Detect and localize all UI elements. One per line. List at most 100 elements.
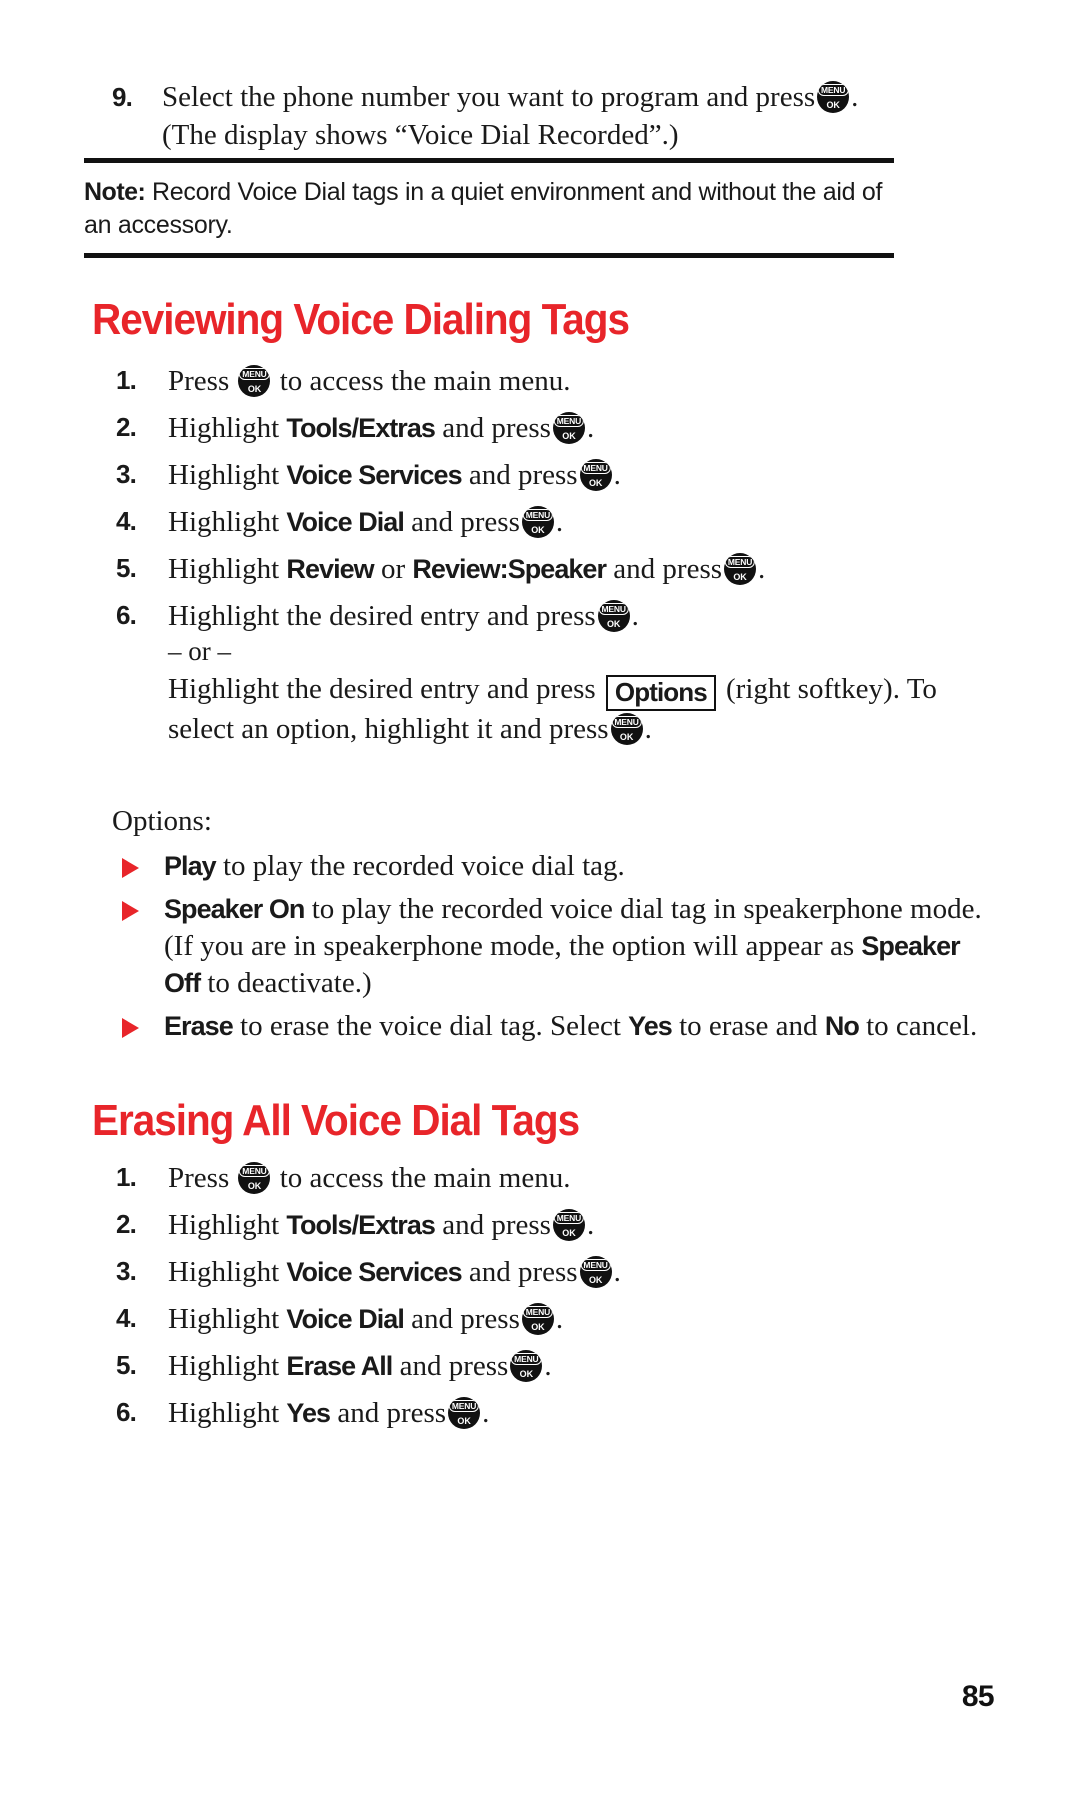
menu-term: Tools/Extras xyxy=(286,413,435,443)
menu-ok-key-icon[interactable]: MENU OK xyxy=(579,459,612,491)
option-description: to play the recorded voice dial tag. xyxy=(215,850,625,882)
step-number: 5. xyxy=(116,553,137,583)
step-number: 4. xyxy=(116,506,137,536)
step-text-part: Highlight xyxy=(168,506,280,538)
menu-term: Tools/Extras xyxy=(286,1210,435,1240)
menu-ok-icon-ok-label: OK xyxy=(562,431,576,441)
menu-ok-icon-ok-label: OK xyxy=(457,1416,471,1426)
list-item: 1. Press MENU OK to access the main menu. xyxy=(112,1162,992,1194)
note-label: Note: xyxy=(84,178,146,206)
step-alternative-text: Highlight the desired entry and press Op… xyxy=(168,673,937,745)
options-softkey-button[interactable]: Options xyxy=(605,675,716,711)
step-number: 3. xyxy=(116,459,137,489)
note-body: Note: Record Voice Dial tags in a quiet … xyxy=(84,176,894,242)
step-number: 2. xyxy=(116,1209,137,1239)
option-description-end: to cancel. xyxy=(858,1010,978,1042)
menu-ok-key-icon[interactable]: MENU OK xyxy=(552,412,585,444)
menu-ok-key-icon[interactable]: MENU OK xyxy=(817,81,850,113)
menu-ok-icon-menu-label: MENU xyxy=(580,1259,611,1271)
menu-ok-icon-ok-label: OK xyxy=(531,1322,545,1332)
menu-ok-key-icon[interactable]: MENU OK xyxy=(521,506,554,538)
menu-ok-icon-ok-label: OK xyxy=(606,619,621,629)
step-number: 9. xyxy=(112,82,133,112)
step-text-part: and press xyxy=(442,412,551,444)
menu-ok-key-icon[interactable]: MENU OK xyxy=(238,1162,271,1194)
option-term-yes: Yes xyxy=(628,1011,673,1041)
step-text: Select the phone number you want to prog… xyxy=(162,78,952,116)
menu-ok-icon-menu-label: MENU xyxy=(522,1306,554,1318)
menu-ok-icon-ok-label: OK xyxy=(247,384,262,394)
list-item: Erase to erase the voice dial tag. Selec… xyxy=(112,1008,992,1045)
option-description-cont: to deactivate.) xyxy=(200,967,372,999)
step-text-part: to access the main menu. xyxy=(279,365,571,397)
menu-ok-icon-ok-label: OK xyxy=(247,1181,262,1191)
option-description-cont: to erase and xyxy=(671,1010,825,1042)
menu-term: Voice Services xyxy=(286,460,462,490)
menu-term: Yes xyxy=(286,1398,331,1428)
step-number: 6. xyxy=(116,1397,137,1427)
menu-ok-icon-ok-label: OK xyxy=(588,1275,603,1285)
step-number: 2. xyxy=(116,412,137,442)
menu-ok-key-icon[interactable]: MENU OK xyxy=(448,1397,481,1429)
reviewing-steps-list: 1. Press MENU OK to access the main menu.… xyxy=(112,365,992,752)
menu-ok-key-icon[interactable]: MENU OK xyxy=(610,713,643,745)
list-item: 5. Highlight Erase All and press MENU OK. xyxy=(116,1350,552,1382)
menu-ok-icon-menu-label: MENU xyxy=(239,368,270,380)
step-text-part: Select the phone number you want to prog… xyxy=(162,81,816,113)
option-term: Erase xyxy=(164,1011,234,1041)
step-number: 1. xyxy=(116,365,137,395)
step-text-part: Highlight xyxy=(168,1397,280,1429)
menu-ok-key-icon[interactable]: MENU OK xyxy=(238,365,271,397)
list-item: 4. Highlight Voice Dial and press MENU OK. xyxy=(116,1303,564,1335)
step-text-part: Highlight xyxy=(168,1256,280,1288)
list-item: 2. Highlight Tools/Extras and press MENU O… xyxy=(116,1209,595,1241)
red-triangle-bullet-icon xyxy=(122,858,139,878)
red-triangle-bullet-icon xyxy=(122,901,139,921)
menu-ok-key-icon[interactable]: MENU OK xyxy=(724,553,757,585)
options-bullet-list: Play to play the recorded voice dial tag… xyxy=(112,848,992,1051)
menu-ok-icon-menu-label: MENU xyxy=(239,1165,270,1177)
note-callout: Note: Record Voice Dial tags in a quiet … xyxy=(84,158,894,258)
note-body-text: Record Voice Dial tags in a quiet enviro… xyxy=(84,178,883,239)
section-heading-erasing-all-voice-dial-tags: Erasing All Voice Dial Tags xyxy=(92,1096,580,1145)
list-item: 1. Press MENU OK to access the main menu. xyxy=(112,365,992,397)
menu-ok-key-icon[interactable]: MENU OK xyxy=(521,1303,554,1335)
menu-term: Voice Dial xyxy=(286,1304,404,1334)
menu-ok-icon-menu-label: MENU xyxy=(522,509,554,521)
step-text-part: Highlight xyxy=(168,553,280,585)
menu-ok-key-icon[interactable]: MENU OK xyxy=(510,1350,543,1382)
list-item: 4. Highlight Voice Dial and press MENU OK. xyxy=(116,506,564,538)
menu-ok-icon-ok-label: OK xyxy=(733,572,747,582)
list-item: 3. Highlight Voice Services and press MEN… xyxy=(116,1256,621,1288)
list-item: 6. Highlight Yes and press MENU OK. xyxy=(116,1397,490,1429)
menu-ok-icon-menu-label: MENU xyxy=(553,415,585,427)
menu-term: Review xyxy=(286,554,374,584)
step-text-part: and press xyxy=(468,459,578,491)
step-item: 9. Select the phone number you want to p… xyxy=(112,78,952,154)
step-number: 1. xyxy=(116,1162,137,1192)
step-text-part: Highlight xyxy=(168,412,280,444)
step-text-part: and press xyxy=(399,1350,509,1382)
step-text-part: to access the main menu. xyxy=(279,1162,571,1194)
erasing-steps-list: 1. Press MENU OK to access the main menu.… xyxy=(112,1162,992,1444)
list-item: 6. Highlight the desired entry and press… xyxy=(112,600,992,748)
menu-ok-icon-menu-label: MENU xyxy=(611,716,642,728)
menu-ok-icon-menu-label: MENU xyxy=(580,462,611,474)
list-item: 5. Highlight Review or Review:Speaker an… xyxy=(116,553,766,585)
step-number: 3. xyxy=(116,1256,137,1286)
manual-page: 9. Select the phone number you want to p… xyxy=(0,0,1080,1800)
list-item: Play to play the recorded voice dial tag… xyxy=(112,848,992,885)
step-text-period: . xyxy=(851,81,859,113)
menu-ok-icon-menu-label: MENU xyxy=(448,1400,480,1412)
option-term: Play xyxy=(164,851,217,881)
menu-ok-icon-menu-label: MENU xyxy=(553,1212,585,1224)
option-term-no: No xyxy=(824,1011,860,1041)
step-text-part: and press xyxy=(613,553,723,585)
menu-ok-key-icon[interactable]: MENU OK xyxy=(597,600,630,632)
menu-ok-key-icon[interactable]: MENU OK xyxy=(579,1256,612,1288)
step-text-part: Highlight xyxy=(168,1350,280,1382)
menu-ok-key-icon[interactable]: MENU OK xyxy=(552,1209,585,1241)
step-text-part: and press xyxy=(411,1303,520,1335)
continued-step-block: 9. Select the phone number you want to p… xyxy=(112,78,952,156)
step-text-part: Highlight the desired entry and press xyxy=(168,673,596,705)
